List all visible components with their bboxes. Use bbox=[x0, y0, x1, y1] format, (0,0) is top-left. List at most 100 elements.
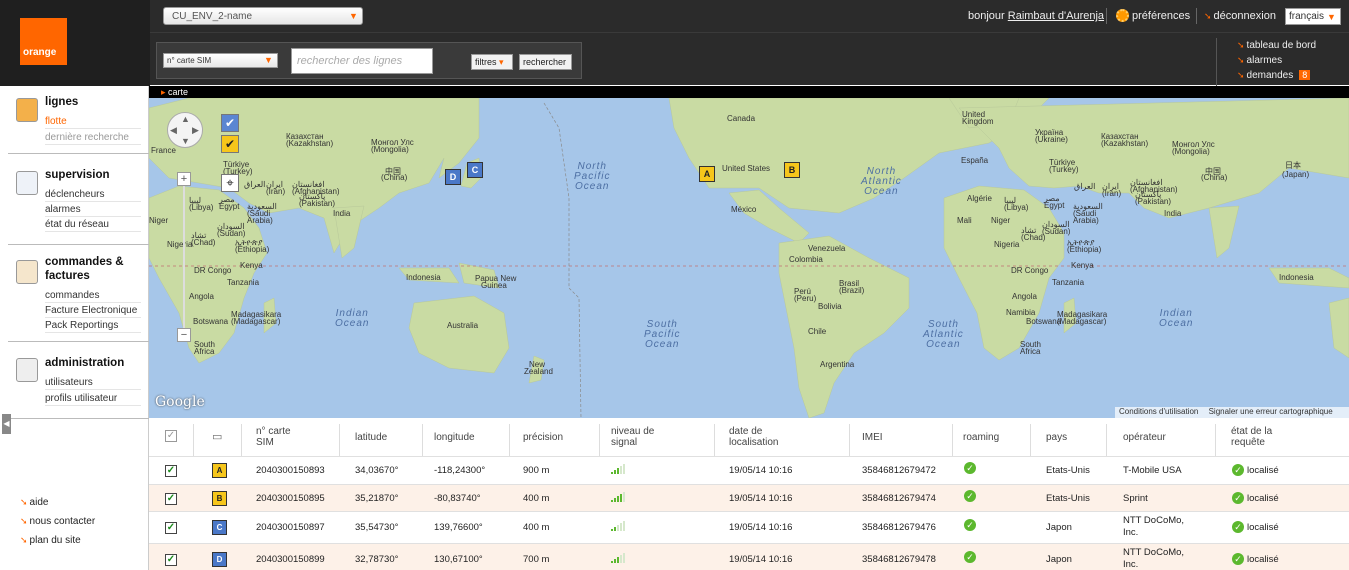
zoom-slider-track[interactable] bbox=[183, 184, 185, 328]
invoice-icon bbox=[16, 260, 38, 284]
sitemap-link[interactable]: ➘ plan du site bbox=[20, 535, 81, 546]
collapse-sidebar-handle[interactable]: ◀ bbox=[2, 414, 11, 434]
help-link[interactable]: ➘ aide bbox=[20, 497, 48, 508]
cell-country: Etats-Unis bbox=[1046, 465, 1090, 476]
zoom-in-button[interactable]: + bbox=[177, 172, 191, 186]
search-input[interactable]: rechercher des lignes bbox=[291, 48, 433, 74]
country-label: (Pakistan) bbox=[1135, 197, 1172, 206]
row-checkbox[interactable]: ✓ bbox=[165, 522, 177, 534]
country-label: (China) bbox=[1201, 173, 1228, 182]
sidebar-item-orders[interactable]: commandes bbox=[45, 290, 141, 303]
cell-date: 19/05/14 10:16 bbox=[729, 522, 793, 533]
sidebar-item-last-search[interactable]: dernière recherche bbox=[45, 132, 141, 145]
country-label: DR Congo bbox=[194, 266, 232, 275]
search-field-select[interactable]: n° carte SIM ▼ bbox=[163, 53, 278, 68]
country-label: Venezuela bbox=[808, 244, 846, 253]
column-divider bbox=[714, 424, 715, 456]
table-row[interactable]: ✓ B 2040300150895 35,21870° -80,83740° 4… bbox=[149, 484, 1349, 511]
map-marker-d[interactable]: D bbox=[445, 169, 461, 185]
language-select[interactable]: français ▼ bbox=[1285, 8, 1341, 25]
column-header-status[interactable]: état de la requête bbox=[1231, 426, 1272, 448]
country-label: (Ukraine) bbox=[1035, 135, 1068, 144]
sidebar-title[interactable]: supervision bbox=[45, 169, 110, 181]
country-label: Arabia) bbox=[247, 216, 273, 225]
requests-link[interactable]: ➘ demandes 8 bbox=[1237, 70, 1311, 81]
sidebar-item-users[interactable]: utilisateurs bbox=[45, 377, 141, 390]
table-row[interactable]: ✓ A 2040300150893 34,03670° -118,24300° … bbox=[149, 456, 1349, 484]
terms-link[interactable]: Conditions d'utilisation bbox=[1119, 407, 1198, 416]
row-checkbox[interactable]: ✓ bbox=[165, 493, 177, 505]
sidebar-item-network-status[interactable]: état du réseau bbox=[45, 219, 141, 232]
locate-icon[interactable]: ⌖ bbox=[221, 174, 239, 192]
cell-imei: 35846812679474 bbox=[862, 493, 936, 504]
sidebar-title[interactable]: administration bbox=[45, 357, 124, 369]
sidebar-item-flotte[interactable]: flotte bbox=[45, 116, 141, 129]
map-marker-b[interactable]: B bbox=[784, 162, 800, 178]
column-header-date[interactable]: date de localisation bbox=[729, 426, 778, 448]
cell-status: localisé bbox=[1247, 465, 1279, 476]
logout-link[interactable]: ➘ déconnexion bbox=[1204, 10, 1276, 22]
map-marker-a[interactable]: A bbox=[699, 166, 715, 182]
row-checkbox[interactable]: ✓ bbox=[165, 554, 177, 566]
country-label: (Japan) bbox=[1282, 170, 1310, 179]
select-all-checkbox[interactable]: ✓ bbox=[165, 430, 177, 442]
column-header-roaming[interactable]: roaming bbox=[963, 432, 999, 443]
world-map[interactable]: North Pacific Ocean North Atlantic Ocean… bbox=[149, 98, 1349, 418]
sidebar-item-user-profiles[interactable]: profils utilisateur bbox=[45, 393, 141, 406]
sidebar-title[interactable]: commandes & bbox=[45, 256, 124, 268]
cell-latitude: 35,54730° bbox=[355, 522, 399, 533]
country-label: Indonesia bbox=[406, 273, 441, 282]
search-button[interactable]: rechercher bbox=[519, 54, 572, 70]
sidebar-section-orders: commandes & factures commandes Facture E… bbox=[8, 246, 149, 342]
pan-right-icon[interactable]: ▶ bbox=[192, 125, 199, 136]
sidebar-item-reports[interactable]: Pack Reportings bbox=[45, 320, 141, 333]
pan-down-icon[interactable]: ▼ bbox=[181, 136, 190, 146]
environment-select[interactable]: CU_ENV_2-name ▼ bbox=[163, 7, 363, 25]
preferences-link[interactable]: préférences bbox=[1116, 9, 1190, 22]
zoom-out-button[interactable]: − bbox=[177, 328, 191, 342]
country-label: (Sudan) bbox=[217, 229, 246, 238]
ocean-label: Indian Ocean bbox=[335, 308, 370, 329]
column-header-sim[interactable]: n° carte SIM bbox=[256, 426, 291, 448]
column-header-signal[interactable]: niveau de signal bbox=[611, 426, 654, 448]
pan-left-icon[interactable]: ◀ bbox=[170, 125, 177, 136]
table-row[interactable]: ✓ C 2040300150897 35,54730° 139,76600° 4… bbox=[149, 511, 1349, 543]
orange-logo[interactable]: orange bbox=[20, 18, 67, 65]
column-header-operator[interactable]: opérateur bbox=[1123, 432, 1166, 443]
column-header-precision[interactable]: précision bbox=[523, 432, 563, 443]
signal-bar bbox=[611, 529, 613, 531]
pan-up-icon[interactable]: ▲ bbox=[181, 114, 190, 124]
user-name-link[interactable]: Raimbaut d'Aurenja bbox=[1008, 10, 1104, 22]
pan-control[interactable]: ▲ ▼ ◀ ▶ bbox=[167, 112, 203, 148]
alarms-link[interactable]: ➘ alarmes bbox=[1237, 55, 1282, 66]
column-divider bbox=[1106, 424, 1107, 456]
greeting: bonjour Raimbaut d'Aurenja bbox=[968, 10, 1104, 22]
filters-button[interactable]: filtres ▾ bbox=[471, 54, 513, 70]
country-label: España bbox=[961, 156, 989, 165]
sidebar-item-triggers[interactable]: déclencheurs bbox=[45, 189, 141, 202]
report-error-link[interactable]: Signaler une erreur cartographique bbox=[1209, 407, 1333, 416]
table-row[interactable]: ✓ D 2040300150899 32,78730° 130,67100° 7… bbox=[149, 543, 1349, 570]
cell-precision: 400 m bbox=[523, 493, 550, 504]
cell-operator: T-Mobile USA bbox=[1123, 465, 1182, 476]
chevron-down-icon: ▾ bbox=[499, 57, 504, 67]
column-header-imei[interactable]: IMEI bbox=[862, 432, 883, 443]
column-header-country[interactable]: pays bbox=[1046, 432, 1067, 443]
show-yellow-markers-checkbox[interactable]: ✔ bbox=[221, 135, 239, 153]
column-header-latitude[interactable]: latitude bbox=[355, 432, 387, 443]
show-blue-markers-checkbox[interactable]: ✔ bbox=[221, 114, 239, 132]
greeting-prefix: bonjour bbox=[968, 10, 1005, 22]
country-label: Tanzania bbox=[1052, 278, 1085, 287]
sidebar-item-invoice[interactable]: Facture Electronique bbox=[45, 305, 141, 318]
cell-country: Etats-Unis bbox=[1046, 493, 1090, 504]
contact-link[interactable]: ➘ nous contacter bbox=[20, 516, 95, 527]
sidebar-title[interactable]: lignes bbox=[45, 96, 78, 108]
dashboard-link[interactable]: ➘ tableau de bord bbox=[1237, 40, 1316, 51]
country-label: Chile bbox=[808, 327, 827, 336]
sidebar-item-alarms[interactable]: alarmes bbox=[45, 204, 141, 217]
country-label: (Madagascar) bbox=[231, 317, 281, 326]
row-checkbox[interactable]: ✓ bbox=[165, 465, 177, 477]
column-header-longitude[interactable]: longitude bbox=[434, 432, 475, 443]
cell-longitude: 139,76600° bbox=[434, 522, 483, 533]
map-marker-c[interactable]: C bbox=[467, 162, 483, 178]
